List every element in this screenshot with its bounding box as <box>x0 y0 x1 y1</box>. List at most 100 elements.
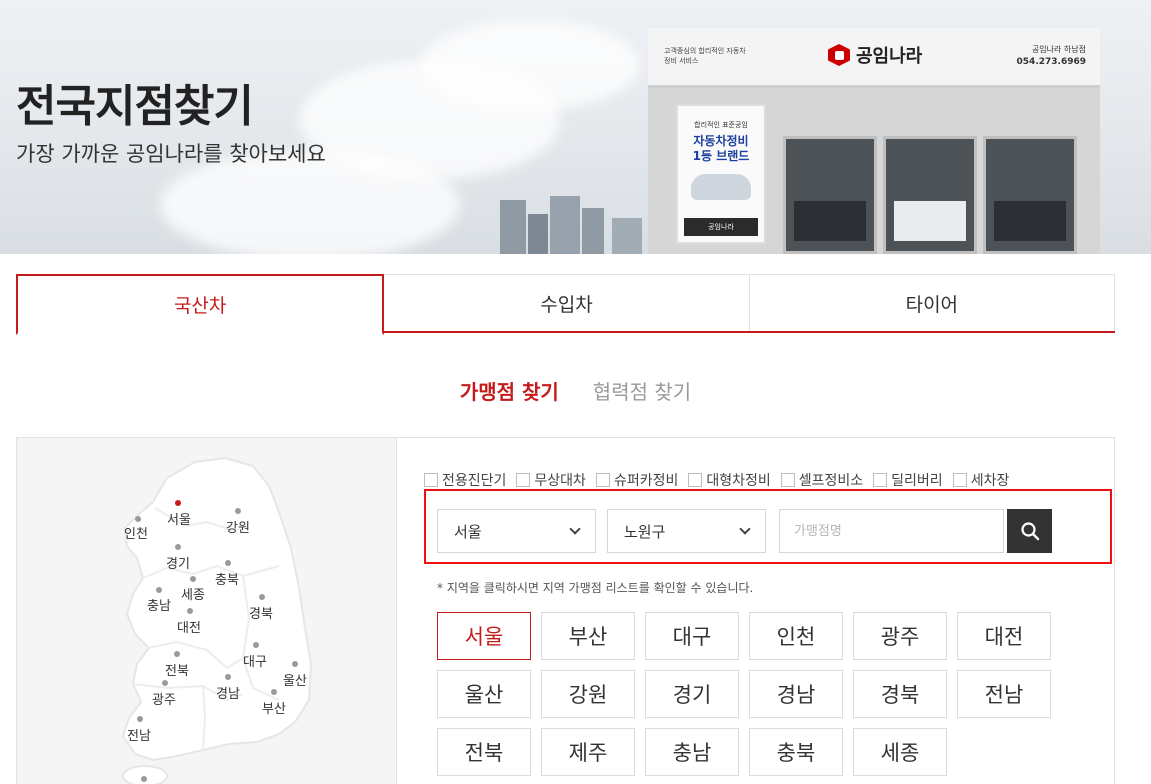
map-region-sejong[interactable]: 세종 <box>181 584 205 603</box>
map-dot-daejeon[interactable] <box>187 608 193 614</box>
region-button-chungnam[interactable]: 충남 <box>645 728 739 776</box>
checkbox[interactable] <box>595 473 610 487</box>
sign-branch-name: 공임나라 하남점 <box>1031 45 1086 54</box>
map-region-daejeon[interactable]: 대전 <box>177 617 201 636</box>
district-select[interactable]: 노원구 <box>607 509 766 553</box>
search-icon <box>1020 522 1039 541</box>
poster-headline-1: 자동차정비 <box>693 134 749 148</box>
sign-phone: 054.273.6969 <box>1016 57 1086 67</box>
map-region-jeonnam[interactable]: 전남 <box>127 725 151 744</box>
region-select-value: 서울 <box>454 522 482 541</box>
map-region-incheon[interactable]: 인천 <box>124 523 148 542</box>
region-button-seoul[interactable]: 서울 <box>437 612 531 660</box>
map-region-chungbuk[interactable]: 충북 <box>215 569 239 588</box>
shop-poster: 합리적인 표준공임 자동차정비 1등 브랜드 공임나라 <box>676 104 766 244</box>
tab-franchise[interactable]: 가맹점 찾기 <box>460 376 559 405</box>
checkbox[interactable] <box>516 473 531 487</box>
region-button-gyeonggi[interactable]: 경기 <box>645 670 739 718</box>
map-dot-incheon[interactable] <box>135 516 141 522</box>
service-bay <box>983 136 1077 254</box>
car-image <box>691 174 751 200</box>
map-region-ulsan[interactable]: 울산 <box>283 670 307 689</box>
map-dot-daegu[interactable] <box>253 642 259 648</box>
filter-delivery[interactable]: 딜리버리 <box>873 470 943 490</box>
region-button-chungbuk[interactable]: 충북 <box>749 728 843 776</box>
service-filters: 전용진단기 무상대차 슈퍼카정비 대형차정비 셀프정비소 딜리버리 세차장 <box>424 470 1009 490</box>
region-button-jeonnam[interactable]: 전남 <box>957 670 1051 718</box>
map-region-gyeongbuk[interactable]: 경북 <box>249 603 273 622</box>
map-region-gangwon[interactable]: 강원 <box>226 517 250 536</box>
filter-large-vehicle[interactable]: 대형차정비 <box>688 470 771 490</box>
map-dot-jeonbuk[interactable] <box>174 651 180 657</box>
map-region-gwangju[interactable]: 광주 <box>152 689 176 708</box>
map-dot-gangwon[interactable] <box>235 508 241 514</box>
checkbox[interactable] <box>424 473 438 487</box>
region-select[interactable]: 서울 <box>437 509 596 553</box>
korea-map: 서울 인천 강원 경기 충북 세종 충남 대전 경북 대구 전북 울산 경남 광… <box>17 438 397 784</box>
map-dot-gyeongnam[interactable] <box>225 674 231 680</box>
region-button-gwangju[interactable]: 광주 <box>853 612 947 660</box>
map-dot-seoul[interactable] <box>175 500 181 506</box>
region-button-jeju[interactable]: 제주 <box>541 728 635 776</box>
search-button[interactable] <box>1007 509 1052 553</box>
korea-map-shape <box>121 456 313 784</box>
district-select-value: 노원구 <box>624 522 666 541</box>
tab-partner[interactable]: 협력점 찾기 <box>593 376 691 405</box>
map-dot-chungbuk[interactable] <box>225 560 231 566</box>
checkbox[interactable] <box>780 473 795 487</box>
sub-tabs: 가맹점 찾기 협력점 찾기 <box>0 376 1151 405</box>
region-button-ulsan[interactable]: 울산 <box>437 670 531 718</box>
checkbox[interactable] <box>873 473 888 487</box>
map-region-busan[interactable]: 부산 <box>262 698 286 717</box>
filter-self-service[interactable]: 셀프정비소 <box>780 470 863 490</box>
filter-diagnostic[interactable]: 전용진단기 <box>424 470 506 490</box>
tab-imported[interactable]: 수입차 <box>384 274 750 331</box>
map-region-jeonbuk[interactable]: 전북 <box>165 660 189 679</box>
service-bay <box>883 136 977 254</box>
sign-contact: 공임나라 하남점 054.273.6969 <box>1017 44 1086 68</box>
sign-slogan: 고객중심의 합리적인 자동차 정비 서비스 <box>664 47 746 65</box>
map-dot-jeju[interactable] <box>141 776 147 782</box>
filter-supercar[interactable]: 슈퍼카정비 <box>595 470 678 490</box>
region-button-incheon[interactable]: 인천 <box>749 612 843 660</box>
service-bay <box>783 136 877 254</box>
map-dot-sejong[interactable] <box>190 576 196 582</box>
region-hint: * 지역을 클릭하시면 지역 가맹점 리스트를 확인할 수 있습니다. <box>437 581 754 595</box>
chevron-down-icon <box>569 523 581 535</box>
page-title: 전국지점찾기 <box>16 81 254 132</box>
map-dot-jeonnam[interactable] <box>137 716 143 722</box>
region-button-daegu[interactable]: 대구 <box>645 612 739 660</box>
map-region-daegu[interactable]: 대구 <box>243 651 267 670</box>
checkbox[interactable] <box>952 473 967 487</box>
map-dot-gwangju[interactable] <box>162 680 168 686</box>
region-button-grid: 서울 부산 대구 인천 광주 대전 울산 강원 경기 경남 경북 전남 전북 제… <box>437 612 1057 776</box>
region-button-gangwon[interactable]: 강원 <box>541 670 635 718</box>
map-region-seoul[interactable]: 서울 <box>167 509 191 528</box>
region-button-gyeongnam[interactable]: 경남 <box>749 670 843 718</box>
poster-tagline: 합리적인 표준공임 <box>694 121 748 129</box>
brand-logo: 공임나라 <box>828 42 922 68</box>
region-button-daejeon[interactable]: 대전 <box>957 612 1051 660</box>
map-dot-busan[interactable] <box>271 689 277 695</box>
map-region-gyeonggi[interactable]: 경기 <box>166 553 190 572</box>
region-button-jeonbuk[interactable]: 전북 <box>437 728 531 776</box>
region-button-sejong[interactable]: 세종 <box>853 728 947 776</box>
checkbox[interactable] <box>688 473 703 487</box>
filter-car-wash[interactable]: 세차장 <box>952 470 1009 490</box>
map-dot-ulsan[interactable] <box>292 661 298 667</box>
map-region-gyeongnam[interactable]: 경남 <box>216 683 240 702</box>
tab-tire[interactable]: 타이어 <box>749 274 1115 331</box>
tab-domestic[interactable]: 국산차 <box>16 274 385 335</box>
map-dot-gyeonggi[interactable] <box>175 544 181 550</box>
filter-free-rental[interactable]: 무상대차 <box>516 470 586 490</box>
map-dot-chungnam[interactable] <box>156 587 162 593</box>
page-subtitle: 가장 가까운 공임나라를 찾아보세요 <box>16 142 326 166</box>
map-region-chungnam[interactable]: 충남 <box>147 595 171 614</box>
poster-brand: 공임나라 <box>684 218 758 236</box>
region-button-busan[interactable]: 부산 <box>541 612 635 660</box>
region-button-gyeongbuk[interactable]: 경북 <box>853 670 947 718</box>
chevron-down-icon <box>739 523 751 535</box>
map-dot-gyeongbuk[interactable] <box>259 594 265 600</box>
search-bar-highlight: 서울 노원구 <box>424 489 1112 564</box>
store-name-input[interactable] <box>779 509 1004 553</box>
